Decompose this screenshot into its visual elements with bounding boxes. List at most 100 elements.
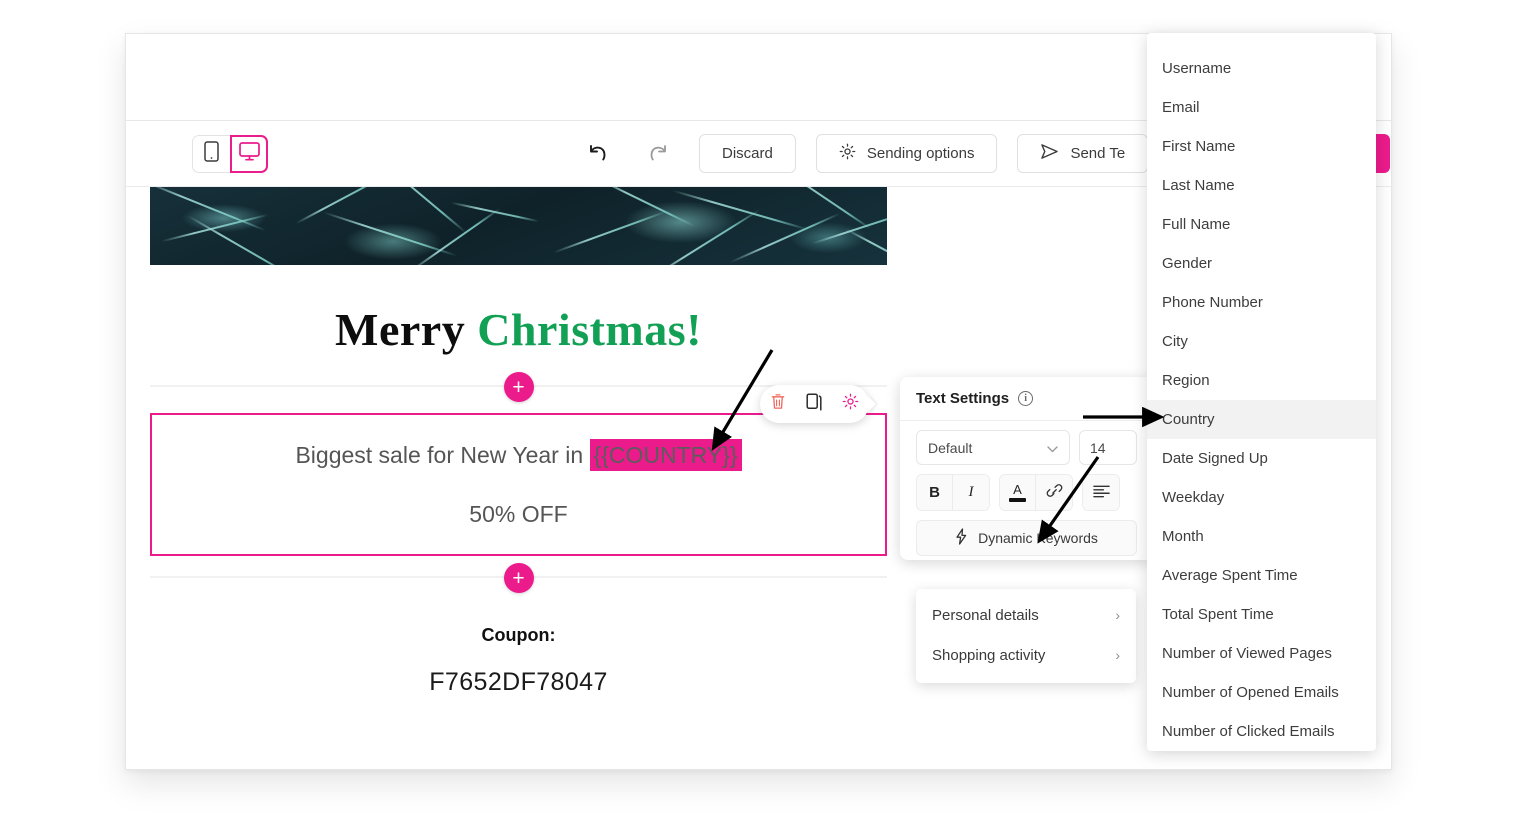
keyword-item-number-of-clicked-emails[interactable]: Number of Clicked Emails	[1147, 712, 1376, 751]
keyword-item-email[interactable]: Email	[1147, 88, 1376, 127]
font-size-value: 14	[1090, 439, 1106, 456]
desktop-icon	[238, 142, 260, 166]
undo-button[interactable]	[581, 137, 615, 171]
desktop-preview-button[interactable]	[230, 135, 268, 173]
email-headline: Merry Christmas!	[150, 265, 887, 372]
font-family-select[interactable]: Default	[916, 430, 1070, 465]
plus-icon: +	[512, 375, 525, 399]
text-settings-panel: Text Settings i Default 14 B I A Dynamic…	[900, 377, 1153, 560]
keyword-label: First Name	[1162, 138, 1236, 155]
country-keyword-token[interactable]: {{COUNTRY}}	[589, 438, 742, 471]
send-test-button[interactable]: Send Te	[1017, 134, 1149, 173]
keyword-label: Number of Viewed Pages	[1162, 645, 1332, 662]
undo-redo-group	[581, 137, 675, 171]
add-block-row-bottom: +	[150, 563, 887, 593]
sending-options-label: Sending options	[866, 145, 975, 162]
keyword-item-number-of-viewed-pages[interactable]: Number of Viewed Pages	[1147, 634, 1376, 673]
keyword-label: Number of Clicked Emails	[1162, 723, 1335, 740]
gear-icon	[839, 143, 856, 164]
font-color-letter: A	[1013, 481, 1022, 497]
keyword-item-region[interactable]: Region	[1147, 361, 1376, 400]
email-body: Merry Christmas! + Biggest sale for New …	[150, 187, 887, 697]
keyword-item-phone-number[interactable]: Phone Number	[1147, 283, 1376, 322]
bold-button[interactable]: B	[917, 475, 953, 510]
keyword-label: Full Name	[1162, 216, 1231, 233]
keyword-label: Phone Number	[1162, 294, 1263, 311]
keyword-label: Last Name	[1162, 177, 1235, 194]
info-icon[interactable]: i	[1018, 391, 1034, 406]
keyword-item-last-name[interactable]: Last Name	[1147, 166, 1376, 205]
dynamic-keywords-button[interactable]: Dynamic Keywords	[916, 520, 1137, 556]
keyword-item-username[interactable]: Username	[1147, 49, 1376, 88]
device-preview-toggle	[192, 135, 268, 173]
format-row: B I A	[900, 465, 1153, 511]
keyword-label: Username	[1162, 60, 1232, 77]
dynamic-keywords-menu: Personal details › Shopping activity ›	[916, 589, 1136, 683]
font-size-select[interactable]: 14	[1079, 430, 1137, 465]
keyword-label: Date Signed Up	[1162, 450, 1268, 467]
keyword-item-date-signed-up[interactable]: Date Signed Up	[1147, 439, 1376, 478]
sale-text-line: Biggest sale for New Year in {{COUNTRY}}	[152, 438, 885, 471]
duplicate-block-button[interactable]	[806, 392, 822, 416]
block-settings-button[interactable]	[842, 393, 859, 415]
dynamic-menu-item-personal-details[interactable]: Personal details ›	[916, 595, 1136, 635]
keyword-item-gender[interactable]: Gender	[1147, 244, 1376, 283]
screenshot-root: Discard Sending options Send Te Merry Ch…	[0, 0, 1520, 817]
redo-button[interactable]	[641, 137, 675, 171]
copy-icon	[806, 392, 822, 416]
align-group	[1082, 474, 1120, 511]
keyword-label: City	[1162, 333, 1188, 350]
keyword-item-month[interactable]: Month	[1147, 517, 1376, 556]
keyword-label: Average Spent Time	[1162, 567, 1298, 584]
keyword-label: Total Spent Time	[1162, 606, 1274, 623]
dynamic-menu-item-shopping-activity[interactable]: Shopping activity ›	[916, 635, 1136, 675]
keyword-item-number-of-opened-emails[interactable]: Number of Opened Emails	[1147, 673, 1376, 712]
selected-text-block[interactable]: Biggest sale for New Year in {{COUNTRY}}…	[150, 413, 887, 556]
keyword-label: Weekday	[1162, 489, 1225, 506]
paper-plane-icon	[1040, 143, 1059, 164]
chevron-down-icon	[1047, 440, 1058, 456]
hero-banner-image	[150, 187, 887, 265]
font-color-swatch	[1009, 497, 1026, 502]
add-block-button-bottom[interactable]: +	[503, 563, 534, 593]
keyword-item-full-name[interactable]: Full Name	[1147, 205, 1376, 244]
redo-arrow-icon	[646, 142, 670, 167]
keyword-label: Number of Opened Emails	[1162, 684, 1339, 701]
keyword-dropdown: Username Email First Name Last Name Full…	[1147, 33, 1376, 751]
coupon-label: Coupon:	[481, 625, 556, 645]
bold-label: B	[929, 484, 940, 501]
font-color-button[interactable]: A	[1000, 475, 1036, 510]
discard-button[interactable]: Discard	[699, 134, 796, 173]
coupon-code: F7652DF78047	[429, 668, 608, 696]
mobile-preview-button[interactable]	[192, 135, 230, 173]
dynamic-menu-label: Shopping activity	[932, 646, 1046, 664]
sending-options-button[interactable]: Sending options	[815, 134, 998, 173]
headline-part-one: Merry	[335, 304, 478, 355]
keyword-item-total-spent-time[interactable]: Total Spent Time	[1147, 595, 1376, 634]
align-left-button[interactable]	[1083, 475, 1119, 510]
chevron-right-icon: ›	[1115, 647, 1120, 663]
keyword-item-weekday[interactable]: Weekday	[1147, 478, 1376, 517]
keyword-item-city[interactable]: City	[1147, 322, 1376, 361]
add-block-button-top[interactable]: +	[503, 372, 534, 402]
delete-block-button[interactable]	[770, 393, 786, 415]
align-left-icon	[1092, 484, 1110, 502]
keyword-item-country[interactable]: Country	[1147, 400, 1376, 439]
sale-text: Biggest sale for New Year in	[295, 441, 590, 468]
headline-part-two: Christmas!	[477, 304, 702, 355]
keyword-label: Gender	[1162, 255, 1213, 272]
font-family-value: Default	[928, 439, 973, 456]
lightning-icon	[955, 528, 968, 548]
bold-italic-group: B I	[916, 474, 990, 511]
dynamic-menu-label: Personal details	[932, 606, 1039, 624]
insert-link-button[interactable]	[1036, 475, 1072, 510]
keyword-item-first-name[interactable]: First Name	[1147, 127, 1376, 166]
color-link-group: A	[999, 474, 1073, 511]
text-settings-title: Text Settings	[916, 390, 1010, 407]
keyword-item-average-spent-time[interactable]: Average Spent Time	[1147, 556, 1376, 595]
discard-label: Discard	[722, 145, 773, 162]
font-color-icon: A	[1009, 481, 1026, 502]
italic-button[interactable]: I	[953, 475, 989, 510]
toolbar-actions: Discard Sending options Send Te	[699, 134, 1149, 173]
font-row: Default 14	[900, 421, 1153, 465]
